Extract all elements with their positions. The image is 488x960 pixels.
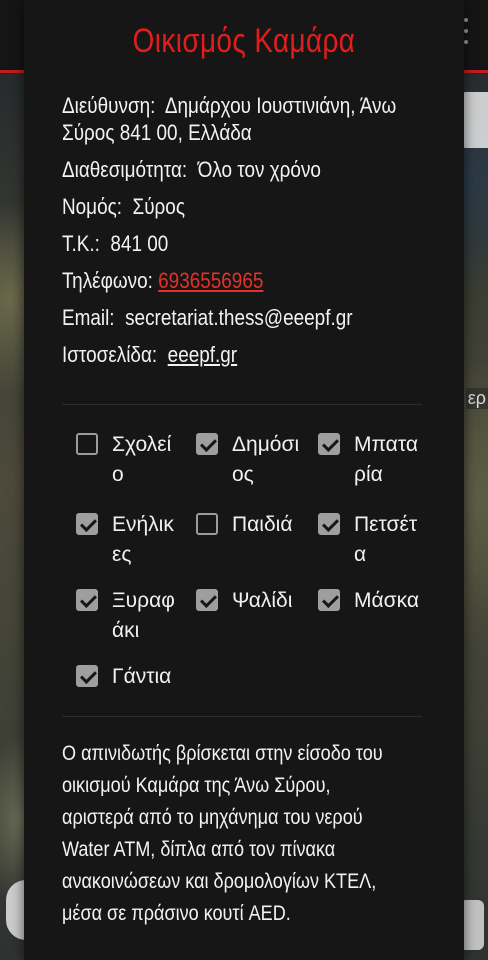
availability-wrap: Διαθεσιμότητα: Όλο τον χρόνο (62, 156, 321, 183)
checkbox-razor-box[interactable] (76, 589, 98, 611)
checkbox-mask-box[interactable] (318, 589, 340, 611)
defibrillator-info-card: Οικισμός Καμάρα Διεύθυνση: Δημάρχου Ιουσ… (24, 0, 464, 960)
website-label: Ιστοσελίδα: (62, 342, 158, 367)
prefecture-value: Σύρος (132, 194, 185, 219)
card-title: Οικισμός Καμάρα (132, 22, 356, 60)
availability-label: Διαθεσιμότητα: (62, 157, 188, 182)
divider-bottom (62, 716, 422, 717)
checkbox-towel[interactable]: Πετσέτα (318, 510, 422, 570)
checkbox-scissors-box[interactable] (196, 589, 218, 611)
checkbox-razor[interactable]: Ξυραφάκι (76, 586, 180, 646)
info-section: Διεύθυνση: Δημάρχου Ιουστινιάνη, Άνω Σύρ… (62, 92, 442, 378)
prefecture-wrap: Νομός: Σύρος (62, 193, 185, 220)
checkbox-battery-label: Μπαταρία (354, 433, 418, 486)
address-line-1: Δημάρχου Ιουστινιάνη, Άνω (164, 93, 397, 118)
checkbox-gloves-label: Γάντια (112, 665, 172, 688)
postcode-label: Τ.Κ.: (62, 231, 100, 256)
description-line-1: Ο απινιδωτής βρίσκεται στην είσοδο του (62, 742, 383, 765)
phone-row: Τηλέφωνο: 6936556965 (62, 267, 442, 294)
checkbox-children[interactable]: Παιδιά (196, 510, 300, 540)
checkbox-scissors[interactable]: Ψαλίδι (196, 586, 300, 616)
checkbox-towel-label: Πετσέτα (354, 513, 418, 566)
email-wrap: Email: secretariat.thess@eeepf.gr (62, 304, 353, 331)
checkbox-battery-box[interactable] (318, 433, 340, 455)
address-line-2: Σύρος 841 00, Ελλάδα (62, 120, 252, 145)
map-control-button[interactable] (460, 92, 488, 148)
postcode-value: 841 00 (110, 231, 169, 256)
checkbox-razor-label: Ξυραφάκι (112, 589, 175, 642)
description-line-3: αριστερά από το μηχάνημα του νερού (62, 806, 363, 829)
address-line-1-wrap: Διεύθυνση: Δημάρχου Ιουστινιάνη, Άνω (62, 92, 396, 119)
phone-wrap: Τηλέφωνο: 6936556965 (62, 267, 269, 294)
location-description: Ο απινιδωτής βρίσκεται στην είσοδο του ο… (62, 738, 446, 930)
checkbox-public-box[interactable] (196, 433, 218, 455)
address-row: Διεύθυνση: Δημάρχου Ιουστινιάνη, Άνω Σύρ… (62, 92, 442, 146)
availability-row: Διαθεσιμότητα: Όλο τον χρόνο (62, 156, 442, 183)
checkbox-mask-label: Μάσκα (354, 589, 419, 612)
website-link[interactable]: eeepf.gr (168, 342, 237, 367)
website-wrap: Ιστοσελίδα: eeepf.gr (62, 341, 237, 368)
more-options-icon[interactable] (464, 18, 470, 44)
email-link[interactable]: secretariat.thess@eeepf.gr (125, 305, 352, 330)
website-row: Ιστοσελίδα: eeepf.gr (62, 341, 442, 368)
prefecture-row: Νομός: Σύρος (62, 193, 442, 220)
phone-link[interactable]: 6936556965 (158, 268, 263, 293)
email-row: Email: secretariat.thess@eeepf.gr (62, 304, 442, 331)
checkbox-gloves[interactable]: Γάντια (76, 662, 180, 692)
checkbox-children-box[interactable] (196, 513, 218, 535)
checkbox-public-label: Δημόσιος (232, 433, 300, 486)
postcode-row: Τ.Κ.: 841 00 (62, 230, 442, 257)
checkbox-battery[interactable]: Μπαταρία (318, 430, 422, 490)
checkbox-adults-box[interactable] (76, 513, 98, 535)
address-label: Διεύθυνση: (62, 93, 156, 118)
checkbox-public[interactable]: Δημόσιος (196, 430, 300, 490)
checkbox-adults-label: Ενήλικες (112, 513, 174, 566)
description-line-4: Water ATM, δίπλα από τον πίνακα (62, 838, 336, 861)
map-place-label: ερ (465, 388, 488, 409)
prefecture-label: Νομός: (62, 194, 122, 219)
checkbox-school[interactable]: Σχολείο (76, 430, 180, 490)
checkbox-adults[interactable]: Ενήλικες (76, 510, 180, 570)
checkbox-children-label: Παιδιά (232, 513, 293, 536)
availability-value: Όλο τον χρόνο (197, 157, 321, 182)
phone-label: Τηλέφωνο: (62, 268, 153, 293)
checkbox-school-label: Σχολείο (112, 433, 172, 486)
checkbox-mask[interactable]: Μάσκα (318, 586, 422, 616)
checkbox-school-box[interactable] (76, 433, 98, 455)
description-line-2: οικισμού Καμάρα της Άνω Σύρου, (62, 774, 331, 797)
description-line-5: ανακοινώσεων και δρομολογίων ΚΤΕΛ, (62, 870, 377, 893)
description-line-6: μέσα σε πράσινο κουτί AED. (62, 902, 291, 925)
email-label: Email: (62, 305, 115, 330)
checkbox-towel-box[interactable] (318, 513, 340, 535)
postcode-wrap: Τ.Κ.: 841 00 (62, 230, 168, 257)
checkbox-gloves-box[interactable] (76, 665, 98, 687)
checkbox-scissors-label: Ψαλίδι (232, 589, 293, 612)
divider-top (62, 404, 422, 405)
